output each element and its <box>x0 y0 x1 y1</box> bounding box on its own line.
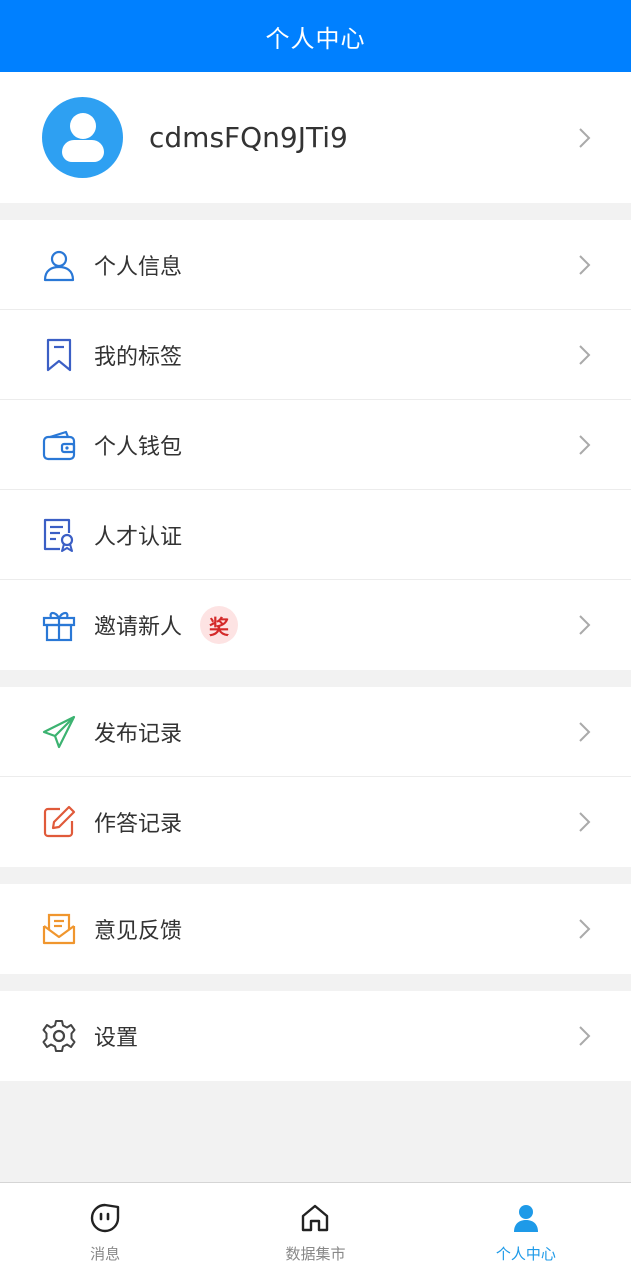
menu-group-settings: 设置 <box>0 991 631 1081</box>
menu-item-label: 作答记录 <box>94 812 183 837</box>
chevron-right-icon <box>575 1026 595 1046</box>
menu-item-talent-certification[interactable]: 人才认证 <box>0 490 631 580</box>
menu-item-label: 发布记录 <box>94 721 183 747</box>
tab-label: 数据集市 <box>285 1245 346 1263</box>
menu-item-label: 设置 <box>94 1026 139 1051</box>
menu-group-feedback: 意见反馈 <box>0 884 631 974</box>
person-outline-icon <box>42 248 76 282</box>
profile-card[interactable]: cdmsFQn9JTi9 <box>0 72 631 203</box>
chevron-right-icon <box>575 721 595 742</box>
menu-item-label: 我的标签 <box>94 344 183 370</box>
menu-item-personal-info[interactable]: 个人信息 <box>0 220 631 310</box>
menu-item-my-tags[interactable]: 我的标签 <box>0 310 631 400</box>
menu-item-feedback[interactable]: 意见反馈 <box>0 884 631 974</box>
bookmark-icon <box>42 338 76 372</box>
chevron-right-icon <box>575 919 595 939</box>
menu-item-answer-records[interactable]: 作答记录 <box>0 777 631 867</box>
tab-data-market[interactable]: 数据集市 <box>210 1183 420 1280</box>
menu-item-label: 意见反馈 <box>94 919 183 944</box>
tab-label: 个人中心 <box>495 1245 556 1263</box>
certificate-icon <box>42 518 76 552</box>
chevron-right-icon <box>575 812 595 832</box>
menu-item-label: 人才认证 <box>94 524 183 550</box>
chevron-right-icon <box>575 127 595 148</box>
menu-item-wallet[interactable]: 个人钱包 <box>0 400 631 490</box>
tab-messages[interactable]: 消息 <box>0 1183 210 1280</box>
menu-item-label: 个人钱包 <box>94 434 183 460</box>
page-title: 个人中心 <box>265 24 366 53</box>
paper-plane-icon <box>42 715 76 749</box>
gift-icon <box>42 608 76 642</box>
person-filled-icon <box>511 1203 541 1237</box>
menu-item-label: 个人信息 <box>94 254 183 280</box>
home-icon <box>300 1203 330 1237</box>
wallet-icon <box>42 428 76 462</box>
chevron-right-icon <box>575 254 595 275</box>
chevron-right-icon <box>575 615 595 635</box>
chevron-right-icon <box>575 434 595 455</box>
bottom-tab-bar: 消息 数据集市 个人中心 <box>0 1182 631 1280</box>
reward-badge: 奖 <box>200 606 239 644</box>
menu-group-records: 发布记录 作答记录 <box>0 687 631 867</box>
chevron-right-icon <box>575 344 595 365</box>
menu-item-publish-records[interactable]: 发布记录 <box>0 687 631 777</box>
edit-icon <box>42 805 76 839</box>
mail-feedback-icon <box>42 912 76 946</box>
avatar[interactable] <box>42 97 123 178</box>
message-face-icon <box>90 1203 120 1237</box>
menu-item-invite[interactable]: 邀请新人 奖 <box>0 580 631 670</box>
menu-item-settings[interactable]: 设置 <box>0 991 631 1081</box>
username: cdmsFQn9JTi9 <box>149 121 348 154</box>
tab-personal-center[interactable]: 个人中心 <box>421 1183 631 1280</box>
menu-group-account: 个人信息 我的标签 个人钱包 人才认证 邀请新人 奖 <box>0 220 631 670</box>
menu-item-label: 邀请新人 <box>94 615 183 640</box>
tab-label: 消息 <box>90 1245 121 1263</box>
gear-icon <box>42 1019 76 1053</box>
header-bar: 个人中心 <box>0 0 631 72</box>
